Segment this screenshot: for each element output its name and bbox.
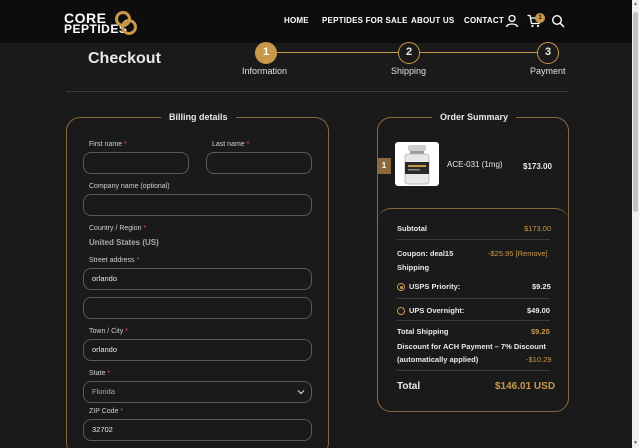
total-label: Total [397,381,421,392]
last-name-label: Last name * [212,141,250,148]
summary-divider [397,298,550,299]
subtotal-label: Subtotal [397,224,427,233]
state-select[interactable]: Florida [83,381,312,403]
search-icon[interactable] [551,14,565,28]
step-label-shipping: Shipping [391,66,427,76]
street-address-field[interactable]: orlando [83,268,312,290]
product-name: ACE-031 (1mg) [447,160,503,169]
total-value: $146.01 USD [495,381,556,392]
ach-discount-value: -$10.29 [526,355,552,364]
section-divider [66,91,568,92]
zip-code-label: ZIP Code * [89,408,124,415]
country-label: Country / Region * [89,225,147,232]
company-label: Company name (optional) [89,183,170,190]
town-city-field[interactable]: orlando [83,339,312,361]
total-shipping-value: $9.25 [531,327,550,336]
total-shipping-label: Total Shipping [397,327,449,336]
step-1-information[interactable]: 1 [255,42,277,64]
chevron-down-icon [297,390,305,395]
shipping-usps-radio[interactable] [397,283,405,291]
nav-home[interactable]: HOME [284,16,309,25]
zip-code-field[interactable]: 32702 [83,419,312,441]
company-field[interactable] [83,194,312,216]
country-value: United States (US) [89,238,159,247]
shipping-usps-label: USPS Priority: [409,282,461,291]
summary-divider [397,239,550,240]
shipping-label: Shipping [397,263,430,272]
vial-icon [404,145,430,185]
coupon-discount: -$25.95 [Remove] [488,249,548,258]
nav-about-us[interactable]: ABOUT US [411,16,454,25]
account-icon[interactable] [505,14,519,28]
first-name-field[interactable] [83,152,189,174]
subtotal-value: $173.00 [524,224,552,233]
shipping-usps-price: $9.25 [532,282,551,291]
summary-divider [397,320,550,321]
logo[interactable]: CORE PEPTIDES [64,10,144,36]
state-label: State * [89,370,111,377]
order-summary-title: Order Summary [432,112,517,122]
street-address-label: Street address * [89,257,140,264]
shipping-ups-label: UPS Overnight: [409,306,465,315]
cart-count-badge: 1 [535,13,545,23]
logo-mark-icon [115,11,137,35]
billing-details-title: Billing details [161,112,236,122]
step-label-payment: Payment [530,66,566,76]
shipping-ups-price: $49.00 [527,306,550,315]
step-2-shipping[interactable]: 2 [398,42,420,64]
step-connector [277,52,398,53]
nav-contact[interactable]: CONTACT [464,16,504,25]
ach-discount-label: Discount for ACH Payment – 7% Discount [397,342,546,351]
shipping-ups-radio[interactable] [397,307,405,315]
product-image [395,142,439,186]
product-price: $173.00 [523,162,552,171]
street-address-2-field[interactable] [83,297,312,319]
coupon-remove-link[interactable]: [Remove] [516,249,548,258]
site-header: CORE PEPTIDES HOME PEPTIDES FOR SALE ABO… [0,0,632,43]
product-quantity-badge: 1 [377,158,391,174]
state-select-value: Florida [92,387,115,396]
step-3-payment[interactable]: 3 [537,42,559,64]
first-name-label: First name * [89,141,127,148]
coupon-value: -$25.95 [488,249,514,258]
step-label-information: Information [242,66,288,76]
town-city-label: Town / City * [89,328,128,335]
page-title: Checkout [88,50,161,67]
nav-peptides-for-sale[interactable]: PEPTIDES FOR SALE [322,16,408,25]
ach-discount-note: (automatically applied) [397,355,479,364]
scroll-up-arrow-icon[interactable]: ▲ [633,1,638,7]
scroll-down-arrow-icon[interactable]: ▼ [633,440,638,446]
scrollbar-thumb[interactable] [633,12,638,212]
step-connector [420,52,537,53]
coupon-label: Coupon: deal15 [397,249,454,258]
last-name-field[interactable] [206,152,312,174]
summary-divider [397,370,550,371]
